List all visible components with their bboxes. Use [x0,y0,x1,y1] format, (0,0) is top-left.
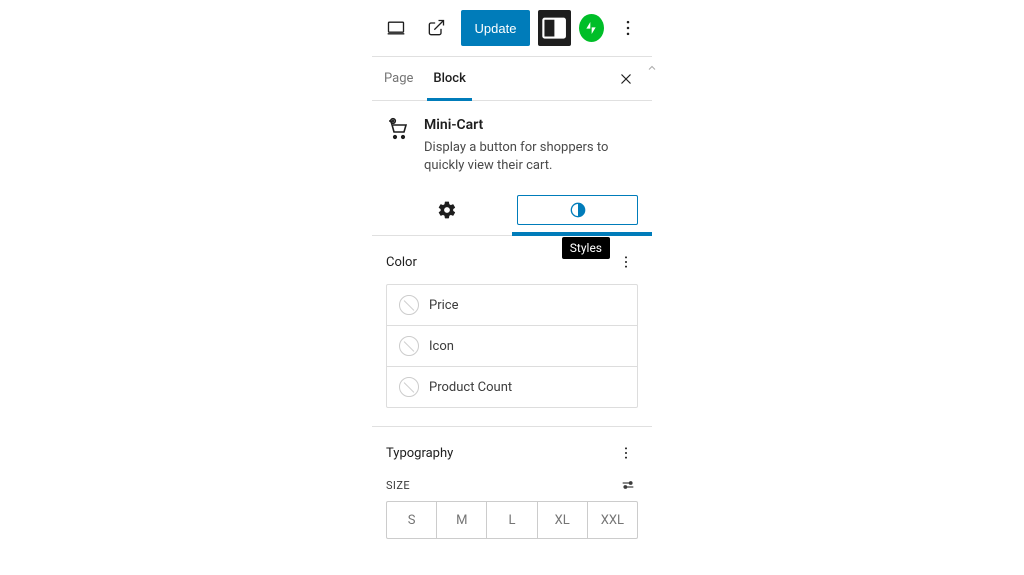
editor-toolbar: Update [372,0,652,57]
typography-options-icon[interactable] [614,441,638,465]
size-xxl[interactable]: XXL [588,502,637,538]
font-size-group: S M L XL XXL [386,501,638,539]
styles-tab-icon[interactable] [517,195,638,225]
tab-page[interactable]: Page [384,57,423,100]
styles-tab-underline [512,232,652,236]
block-inspector-panel: Update Page Block [372,0,652,539]
color-section: Color Price Icon Product Count [372,236,652,427]
scroll-up-hint [646,62,658,77]
color-section-title: Color [386,255,417,270]
size-xl[interactable]: XL [538,502,588,538]
more-options-icon[interactable] [612,10,644,46]
jetpack-icon[interactable] [579,14,604,42]
styles-tooltip: Styles [562,237,610,259]
mini-cart-icon [386,117,410,175]
settings-tab-icon[interactable] [386,195,507,225]
inspector-tabs: Page Block [372,57,652,101]
color-product-count[interactable]: Product Count [387,367,637,407]
color-options-icon[interactable] [614,250,638,274]
block-description: Display a button for shoppers to quickly… [424,139,638,175]
custom-size-icon[interactable] [618,475,638,495]
empty-swatch-icon [399,377,419,397]
typography-section-title: Typography [386,446,453,461]
size-label: Size [386,479,410,492]
color-price[interactable]: Price [387,285,637,326]
size-label-row: Size [386,475,638,495]
tab-block[interactable]: Block [433,57,475,100]
view-desktop-icon[interactable] [380,10,412,46]
color-icon[interactable]: Icon [387,326,637,367]
empty-swatch-icon [399,336,419,356]
color-item-label: Price [429,298,458,313]
external-link-icon[interactable] [420,10,452,46]
color-item-label: Product Count [429,380,512,395]
color-item-label: Icon [429,339,454,354]
block-header: Mini-Cart Display a button for shoppers … [372,101,652,195]
sidebar-toggle-icon[interactable] [538,10,570,46]
color-list: Price Icon Product Count [386,284,638,408]
close-inspector-icon[interactable] [612,65,640,93]
block-title: Mini-Cart [424,117,638,133]
size-m[interactable]: M [437,502,487,538]
empty-swatch-icon [399,295,419,315]
update-button[interactable]: Update [461,10,531,46]
typography-section: Typography Size S M L XL XXL [372,427,652,539]
size-l[interactable]: L [487,502,537,538]
inspector-mode-toggle [372,195,652,236]
size-s[interactable]: S [387,502,437,538]
